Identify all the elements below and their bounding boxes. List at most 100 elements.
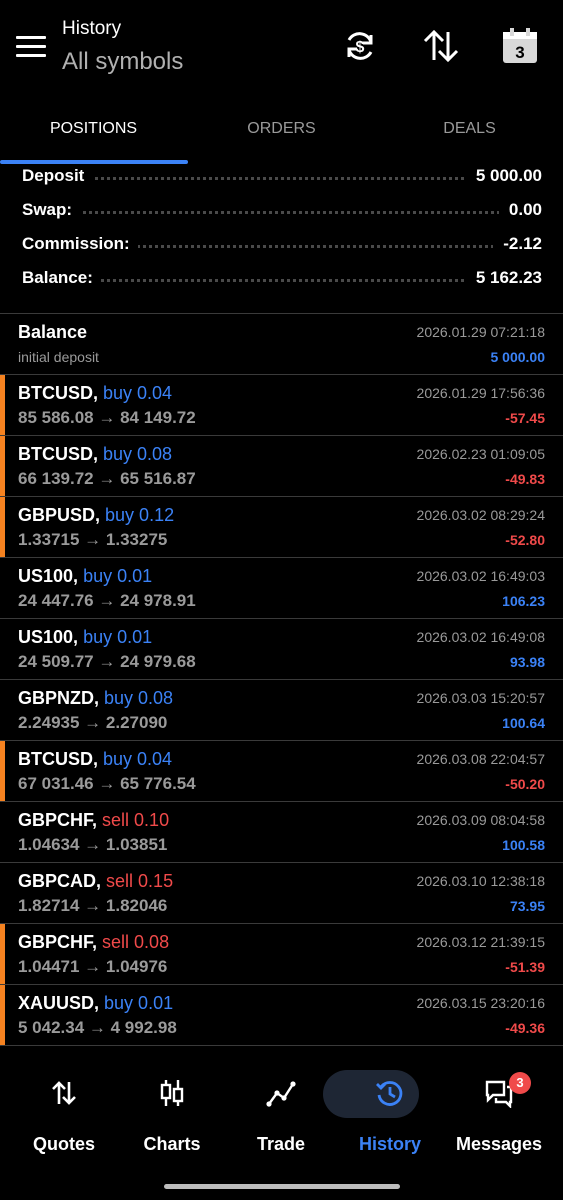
messages-badge: 3 — [509, 1072, 531, 1094]
position-direction: buy 0.08 — [103, 444, 173, 464]
position-direction: buy 0.12 — [105, 505, 175, 525]
position-symbol: XAUUSD, — [18, 993, 100, 1013]
position-time: 2026.03.02 16:49:08 — [416, 629, 545, 645]
bottom-navigation: Quotes Charts Trade History 3 Messages — [0, 1060, 563, 1170]
calendar-day: 3 — [515, 43, 524, 62]
position-direction: sell 0.10 — [102, 810, 170, 830]
position-direction: buy 0.04 — [103, 749, 173, 769]
position-row[interactable]: BTCUSD, buy 0.04 67 031.46 → 65 776.54 202… — [0, 740, 563, 801]
balance-title: Balance — [18, 322, 88, 342]
position-row[interactable]: GBPCAD, sell 0.15 1.82714 → 1.82046 2026.0… — [0, 862, 563, 923]
position-title: XAUUSD, buy 0.01 — [18, 993, 173, 1014]
position-time: 2026.03.15 23:20:16 — [416, 995, 545, 1011]
nav-label: Charts — [143, 1134, 201, 1154]
position-prices: 24 509.77 → 24 979.68 — [18, 652, 196, 671]
list-divider — [0, 1045, 563, 1046]
nav-history[interactable]: History — [323, 1068, 445, 1158]
svg-text:$: $ — [356, 39, 365, 56]
position-symbol: BTCUSD, — [18, 383, 98, 403]
position-time: 2026.03.02 08:29:24 — [416, 507, 545, 523]
position-title: GBPNZD, buy 0.08 — [18, 688, 173, 709]
position-row[interactable]: XAUUSD, buy 0.01 5 042.34 → 4 992.98 2026.… — [0, 984, 563, 1045]
position-title: BTCUSD, buy 0.04 — [18, 383, 172, 404]
position-title: GBPCAD, sell 0.15 — [18, 871, 173, 892]
position-profit: 100.58 — [502, 837, 545, 853]
position-row[interactable]: GBPCHF, sell 0.10 1.04634 → 1.03851 2026.0… — [0, 801, 563, 862]
summary-label: Balance: — [22, 268, 101, 288]
position-row[interactable]: US100, buy 0.01 24 509.77 → 24 979.68 2026… — [0, 618, 563, 679]
sort-icon[interactable] — [421, 26, 461, 66]
position-symbol: GBPNZD, — [18, 688, 99, 708]
position-profit: 100.64 — [502, 715, 545, 731]
position-prices: 5 042.34 → 4 992.98 — [18, 1018, 177, 1037]
position-row[interactable]: GBPNZD, buy 0.08 2.24935 → 2.27090 2026.03… — [0, 679, 563, 740]
position-time: 2026.03.03 15:20:57 — [416, 690, 545, 706]
position-symbol: GBPUSD, — [18, 505, 101, 525]
position-row[interactable]: US100, buy 0.01 24 447.76 → 24 978.91 2026… — [0, 557, 563, 618]
nav-messages[interactable]: 3 Messages — [444, 1068, 554, 1158]
summary-value: 5 162.23 — [465, 268, 542, 288]
tab-positions[interactable]: POSITIONS — [0, 100, 187, 160]
position-prices: 1.33715 → 1.33275 — [18, 530, 168, 549]
position-title: BTCUSD, buy 0.08 — [18, 444, 172, 465]
position-direction: buy 0.08 — [104, 688, 174, 708]
header-title[interactable]: All symbols — [62, 48, 183, 76]
nav-quotes[interactable]: Quotes — [9, 1068, 119, 1158]
menu-icon[interactable] — [16, 36, 46, 58]
summary-row-balance: Balance: 5 162.23 — [22, 262, 542, 296]
position-prices: 1.82714 → 1.82046 — [18, 896, 168, 915]
position-profit: -57.45 — [505, 410, 545, 426]
position-symbol: GBPCHF, — [18, 810, 98, 830]
position-direction: sell 0.08 — [102, 932, 170, 952]
header-subtitle: History — [62, 18, 122, 39]
position-title: GBPUSD, buy 0.12 — [18, 505, 174, 526]
position-prices: 1.04634 → 1.03851 — [18, 835, 168, 854]
position-direction: buy 0.01 — [104, 993, 174, 1013]
summary-label: Swap: — [22, 200, 81, 220]
position-row[interactable]: GBPUSD, buy 0.12 1.33715 → 1.33275 2026.03… — [0, 496, 563, 557]
position-time: 2026.03.10 12:38:18 — [416, 873, 545, 889]
position-direction: buy 0.04 — [103, 383, 173, 403]
position-profit: -50.20 — [505, 776, 545, 792]
swap-vertical-icon — [52, 1081, 76, 1105]
position-symbol: US100, — [18, 566, 79, 586]
position-title: GBPCHF, sell 0.08 — [18, 932, 169, 953]
trend-line-icon — [266, 1081, 296, 1107]
position-time: 2026.02.23 01:09:05 — [416, 446, 545, 462]
tab-bar: POSITIONS ORDERS DEALS — [0, 100, 563, 166]
tab-deals[interactable]: DEALS — [376, 100, 563, 160]
summary-row-commission: Commission: -2.12 — [22, 228, 542, 262]
nav-label: Quotes — [32, 1134, 95, 1154]
position-symbol: BTCUSD, — [18, 749, 98, 769]
nav-trade[interactable]: Trade — [226, 1068, 336, 1158]
app-header: History All symbols $ 3 — [0, 0, 563, 98]
summary-row-swap: Swap: 0.00 — [22, 194, 542, 228]
balance-amount: 5 000.00 — [490, 349, 546, 365]
calendar-icon[interactable]: 3 — [500, 26, 540, 66]
position-prices: 24 447.76 → 24 978.91 — [18, 591, 196, 610]
position-row[interactable]: BTCUSD, buy 0.08 66 139.72 → 65 516.87 202… — [0, 435, 563, 496]
position-profit: 106.23 — [502, 593, 545, 609]
position-row[interactable]: BTCUSD, buy 0.04 85 586.08 → 84 149.72 202… — [0, 374, 563, 435]
history-list: Balance initial deposit 2026.01.29 07:21… — [0, 313, 563, 1046]
summary-panel: Deposit 5 000.00 Swap: 0.00 Commission: … — [0, 160, 563, 296]
nav-label: History — [358, 1134, 421, 1154]
position-profit: -49.83 — [505, 471, 545, 487]
position-direction: buy 0.01 — [83, 627, 153, 647]
position-time: 2026.03.08 22:04:57 — [416, 751, 545, 767]
summary-value: 5 000.00 — [465, 166, 542, 186]
home-indicator[interactable] — [164, 1184, 400, 1189]
position-row[interactable]: GBPCHF, sell 0.08 1.04471 → 1.04976 2026.0… — [0, 923, 563, 984]
position-profit: -49.36 — [505, 1020, 545, 1036]
position-direction: sell 0.15 — [106, 871, 174, 891]
candlestick-icon — [160, 1080, 184, 1106]
nav-charts[interactable]: Charts — [117, 1068, 227, 1158]
position-prices: 2.24935 → 2.27090 — [18, 713, 168, 732]
position-title: US100, buy 0.01 — [18, 566, 152, 587]
position-time: 2026.01.29 17:56:36 — [416, 385, 545, 401]
balance-row[interactable]: Balance initial deposit 2026.01.29 07:21… — [0, 313, 563, 374]
currency-exchange-icon[interactable]: $ — [340, 26, 380, 66]
history-icon — [376, 1081, 403, 1106]
summary-label: Deposit — [22, 166, 93, 186]
tab-orders[interactable]: ORDERS — [188, 100, 375, 160]
